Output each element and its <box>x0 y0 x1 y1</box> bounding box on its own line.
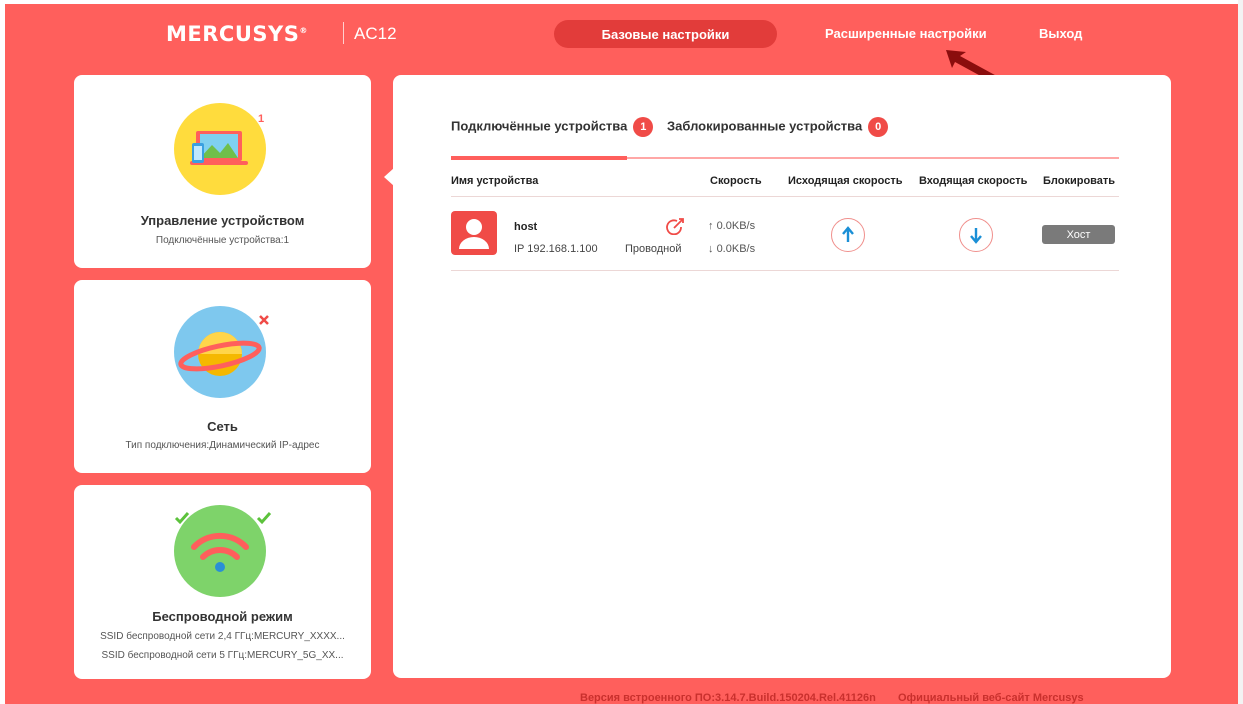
upload-speed-value: 0.0KB/s <box>716 220 756 232</box>
close-icon <box>259 315 269 325</box>
card-title: Управление устройством <box>140 213 305 228</box>
card-title: Сеть <box>207 419 238 434</box>
devices-count-badge: 1 <box>258 113 265 125</box>
card-subtitle: Подключённые устройства:1 <box>155 235 290 246</box>
edit-icon[interactable] <box>665 217 685 235</box>
connected-devices-panel: Подключённые устройства 1 Заблокированные… <box>393 75 1171 678</box>
tab-active-indicator <box>451 156 627 160</box>
arrow-down-icon: ↓ <box>708 243 714 255</box>
device-name: host <box>514 221 538 233</box>
devices-icon <box>174 103 266 195</box>
column-header-upload: Исходящая скорость <box>788 175 903 187</box>
upload-limit-button[interactable] <box>831 218 865 252</box>
card-subtitle: Тип подключения:Динамический IP-адрес <box>125 440 320 451</box>
column-header-name: Имя устройства <box>451 175 539 187</box>
tab-label: Подключённые устройства <box>451 118 628 134</box>
nav-exit[interactable]: Выход <box>1039 26 1082 41</box>
tab-label: Заблокированные устройства <box>667 118 863 134</box>
check-icon <box>256 512 272 525</box>
download-speed: ↓ 0.0KB/s <box>708 243 755 255</box>
card-subtitle: SSID беспроводной сети 2,4 ГГц:MERCURY_X… <box>100 631 345 642</box>
device-avatar-icon <box>451 211 497 255</box>
download-arrow-icon <box>970 228 982 244</box>
card-subtitle: SSID беспроводной сети 5 ГГц:MERCURY_5G_… <box>101 650 344 661</box>
logo-divider <box>343 22 344 44</box>
column-header-download: Входящая скорость <box>919 175 1028 187</box>
device-ip: IP 192.168.1.100 <box>514 243 598 255</box>
arrow-up-icon: ↑ <box>708 220 714 232</box>
tab-count-badge: 1 <box>633 117 654 137</box>
check-icon <box>174 512 190 525</box>
scrollbar[interactable] <box>1238 0 1243 704</box>
device-management-card[interactable]: 1 Управление устройством Подключённые ус… <box>74 75 371 268</box>
column-header-block: Блокировать <box>1043 175 1116 187</box>
header-divider <box>451 196 1119 197</box>
tab-blocked-devices[interactable]: Заблокированные устройства 0 <box>667 117 889 137</box>
mercusys-logo: MERCUSYS® <box>166 22 308 46</box>
nav-basic-settings[interactable]: Базовые настройки <box>554 20 777 48</box>
block-button[interactable]: Хост <box>1042 225 1115 244</box>
wireless-card[interactable]: Беспроводной режим SSID беспроводной сет… <box>74 485 371 679</box>
tab-connected-devices[interactable]: Подключённые устройства 1 <box>451 117 654 137</box>
planet-icon <box>174 306 266 398</box>
nav-advanced-settings[interactable]: Расширенные настройки <box>825 26 987 41</box>
upload-speed: ↑ 0.0KB/s <box>708 220 755 232</box>
upload-arrow-icon <box>842 226 854 242</box>
firmware-version: Версия встроенного ПО:3.14.7.Build.15020… <box>580 692 876 704</box>
network-card[interactable]: Сеть Тип подключения:Динамический IP-адр… <box>74 280 371 473</box>
card-title: Беспроводной режим <box>152 609 293 624</box>
page-background: MERCUSYS® AC12 Базовые настройки Расшире… <box>5 4 1238 704</box>
connection-type: Проводной <box>625 243 682 255</box>
column-header-speed: Скорость <box>710 175 762 187</box>
tab-count-badge: 0 <box>868 117 889 137</box>
download-speed-value: 0.0KB/s <box>716 243 756 255</box>
row-divider <box>451 270 1119 271</box>
model-name: AC12 <box>354 24 397 43</box>
download-limit-button[interactable] <box>959 218 993 252</box>
official-site-link[interactable]: Официальный веб-сайт Mercusys <box>898 692 1084 704</box>
